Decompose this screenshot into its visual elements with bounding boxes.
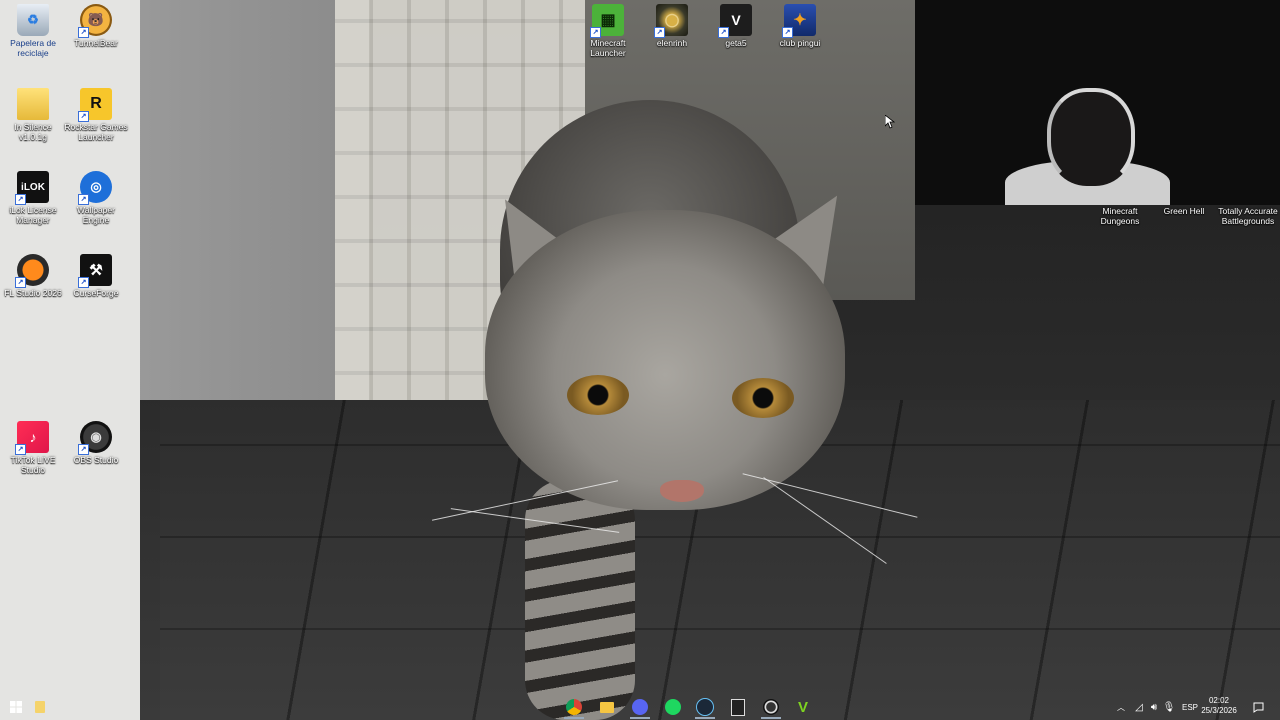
- recycle-bin-icon: ♻: [17, 4, 49, 36]
- desktop-icon-in-silence[interactable]: In Silence v1.0.1g: [0, 88, 66, 142]
- fl-studio-icon: ↗: [15, 254, 49, 288]
- desktop-icon-minecraft-dungeons[interactable]: Minecraft Dungeons: [1087, 206, 1153, 226]
- desktop-icon-wallpaper-engine[interactable]: ◎ ↗ Wallpaper Engine: [63, 171, 129, 225]
- wallpaper-engine-icon: ◎ ↗: [78, 171, 112, 205]
- volume-icon: 🔊︎: [1150, 701, 1158, 713]
- taskbar-file-explorer-pinned[interactable]: [30, 697, 50, 717]
- gta5-icon: V ↗: [718, 4, 752, 38]
- vegas-icon: V: [797, 698, 808, 716]
- taskbar-epic-games[interactable]: [728, 697, 748, 717]
- desktop-icon-geta5[interactable]: V ↗ geta5: [703, 4, 769, 48]
- tray-microphone[interactable]: 🎙︎: [1162, 697, 1176, 717]
- action-center-button[interactable]: [1250, 697, 1266, 717]
- desktop-wallpaper: [0, 0, 1280, 720]
- wallpaper-wall: [130, 0, 370, 400]
- desktop-icon-tiktok-live[interactable]: ♪ ↗ TikTok LIVE Studio: [0, 421, 66, 475]
- taskbar-obs[interactable]: [761, 697, 781, 719]
- taskbar-file-explorer[interactable]: [597, 697, 617, 717]
- counter-strike-icon: ✦ ↗: [782, 4, 816, 38]
- file-explorer-icon: [35, 701, 45, 713]
- curseforge-icon: ⚒ ↗: [78, 254, 112, 288]
- desktop-icon-obs[interactable]: ◉ ↗ OBS Studio: [63, 421, 129, 465]
- rockstar-icon: R ↗: [78, 88, 112, 122]
- start-button[interactable]: [6, 697, 26, 717]
- desktop-icon-tunnelbear[interactable]: 🐻 ↗ TunnelBear: [63, 4, 129, 48]
- file-explorer-icon: [600, 701, 614, 713]
- tray-volume[interactable]: 🔊︎: [1147, 697, 1161, 717]
- microphone-icon: 🎙︎: [1162, 701, 1176, 713]
- wallpaper-person: [1005, 80, 1170, 205]
- desktop-icon-curseforge[interactable]: ⚒ ↗ CurseForge: [63, 254, 129, 298]
- elden-ring-icon: ◯ ↗: [654, 4, 688, 38]
- clock-time: 02:02: [1208, 696, 1230, 705]
- desktop-icon-rockstar[interactable]: R ↗ Rockstar Games Launcher: [63, 88, 129, 142]
- taskbar-chrome[interactable]: [564, 697, 584, 719]
- folder-icon: [17, 88, 49, 120]
- tiktok-icon: ♪ ↗: [15, 421, 49, 455]
- chevron-up-icon: ︿: [1117, 702, 1125, 712]
- desktop-icon-green-hell[interactable]: Green Hell: [1151, 206, 1217, 216]
- discord-icon: [632, 699, 648, 715]
- desktop-icon-club-pingui[interactable]: ✦ ↗ club pingui: [767, 4, 833, 48]
- taskbar-vegas[interactable]: V: [793, 697, 813, 717]
- clock-date: 25/3/2026: [1201, 706, 1237, 715]
- epic-games-icon: [731, 698, 745, 716]
- mouse-cursor: [885, 115, 895, 129]
- tunnelbear-icon: 🐻 ↗: [78, 4, 112, 38]
- desktop-icon-minecraft-launcher[interactable]: ▦ ↗ Minecraft Launcher: [575, 4, 641, 58]
- desktop-icon-elenrinh[interactable]: ◯ ↗ elenrinh: [639, 4, 705, 48]
- tray-show-hidden-icons[interactable]: ︿: [1115, 697, 1127, 717]
- taskbar-steam[interactable]: [695, 697, 715, 719]
- spotify-icon: [665, 699, 681, 715]
- taskbar-discord[interactable]: [630, 697, 650, 719]
- desktop-icon-ilok[interactable]: iLOK ↗ iLok License Manager: [0, 171, 66, 225]
- wallpaper-cat: [431, 100, 918, 720]
- obs-icon: [763, 699, 779, 715]
- notification-icon: [1253, 702, 1263, 713]
- desktop-icon-totally-accurate-battlegrounds[interactable]: Totally Accurate Battlegrounds: [1215, 206, 1280, 226]
- minecraft-icon: ▦ ↗: [590, 4, 624, 38]
- desktop-icon-fl-studio[interactable]: ↗ FL Studio 2026: [0, 254, 66, 298]
- obs-icon: ◉ ↗: [78, 421, 112, 455]
- tray-network[interactable]: ◿: [1132, 697, 1146, 717]
- taskbar-spotify[interactable]: [663, 697, 683, 717]
- desktop-icon-recycle-bin[interactable]: ♻ Papelera de reciclaje: [0, 4, 66, 58]
- ilok-icon: iLOK ↗: [15, 171, 49, 205]
- steam-icon: [696, 698, 714, 716]
- windows-icon: [10, 701, 22, 713]
- taskbar-clock[interactable]: 02:02 25/3/2026: [1196, 696, 1242, 716]
- chrome-icon: [566, 699, 582, 715]
- network-icon: ◿: [1135, 701, 1143, 713]
